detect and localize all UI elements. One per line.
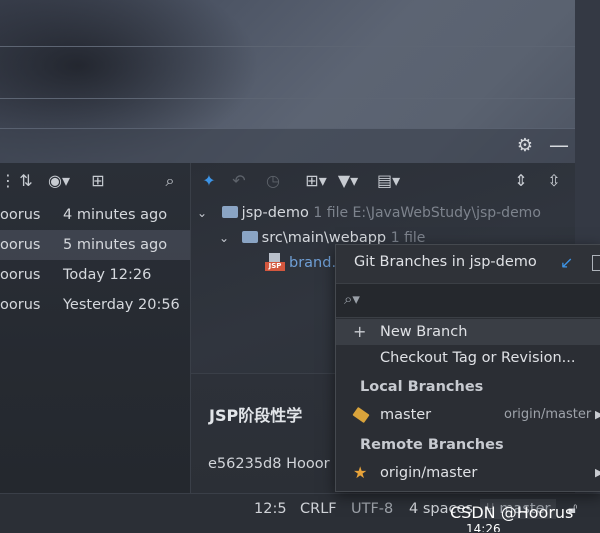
settings-box-icon[interactable] <box>592 255 600 271</box>
log-author: oorus <box>0 237 41 253</box>
star-icon: ★ <box>353 463 368 482</box>
minimize-icon[interactable]: — <box>549 135 569 156</box>
folder-icon <box>221 206 238 218</box>
new-branch-item[interactable]: + New Branch <box>336 319 600 345</box>
log-toolbar: ⋮ ⇅ ◉▾ ⊞ ⌕ <box>0 163 190 199</box>
commit-hash: e56235d8 Hooor <box>208 456 330 472</box>
filter-icon[interactable]: ▼▾ <box>337 170 359 192</box>
project-name: jsp-demo <box>241 205 309 221</box>
remote-branch-name: origin/master <box>380 465 478 481</box>
folder-icon <box>241 231 258 243</box>
local-branch-item[interactable]: master origin/master ▶ <box>336 402 600 428</box>
log-row-selected[interactable]: oorus 5 minutes ago <box>0 230 190 260</box>
log-row[interactable]: oorus Yesterday 20:56 <box>0 290 190 320</box>
layout-icon[interactable]: ▤▾ <box>377 170 400 192</box>
new-tab-icon[interactable]: ⊞ <box>86 170 110 192</box>
watermark: CSDN @Hoorus <box>450 503 574 522</box>
group-by-icon[interactable]: ⊞▾ <box>305 170 327 192</box>
tree-file-row[interactable]: JSP brand. <box>265 251 336 275</box>
new-branch-label: New Branch <box>380 324 468 340</box>
sort-icon[interactable]: ⇅ <box>16 170 36 192</box>
submenu-arrow-icon: ▶ <box>595 402 600 428</box>
log-row[interactable]: oorus 4 minutes ago <box>0 200 190 230</box>
log-author: oorus <box>0 207 41 223</box>
undo-icon[interactable]: ↶ <box>229 170 249 192</box>
popup-header: Git Branches in jsp-demo ↙ <box>336 245 600 283</box>
tree-project-row[interactable]: ⌄ jsp-demo 1 file E:\JavaWebStudy\jsp-de… <box>197 201 541 225</box>
clock: 14:26 <box>466 524 501 532</box>
branch-search-field[interactable]: ⌕▾ <box>336 283 600 318</box>
checkout-label: Checkout Tag or Revision... <box>380 350 576 366</box>
popup-title: Git Branches in jsp-demo <box>354 254 537 270</box>
caret-position[interactable]: 12:5 <box>254 499 287 519</box>
jsp-file-icon: JSP <box>265 253 285 271</box>
remote-branches-header: Remote Branches <box>360 437 504 453</box>
plus-icon: + <box>353 322 367 341</box>
checkout-revision-item[interactable]: Checkout Tag or Revision... <box>336 345 600 371</box>
gear-icon[interactable]: ⚙ <box>515 136 535 156</box>
divider <box>0 46 575 47</box>
log-author: oorus <box>0 297 41 313</box>
local-branches-header: Local Branches <box>360 379 484 395</box>
fetch-icon[interactable]: ↙ <box>560 253 573 272</box>
file-name: brand. <box>289 255 337 271</box>
log-time: 4 minutes ago <box>63 207 168 223</box>
project-meta: 1 file E:\JavaWebStudy\jsp-demo <box>313 205 541 221</box>
line-separator[interactable]: CRLF <box>300 499 337 519</box>
log-author: oorus <box>0 267 41 283</box>
file-encoding[interactable]: UTF-8 <box>351 499 393 519</box>
log-time: Today 12:26 <box>63 267 152 283</box>
eye-icon[interactable]: ◉▾ <box>46 170 72 192</box>
collapse-icon[interactable]: ⋮ <box>0 170 16 192</box>
log-time: Yesterday 20:56 <box>63 297 180 313</box>
expand-all-icon[interactable]: ⇕ <box>511 170 531 192</box>
divider <box>0 98 575 99</box>
chevron-down-icon: ⌄ <box>197 206 208 220</box>
git-branches-popup: Git Branches in jsp-demo ↙ ⌕▾ + New Bran… <box>335 244 600 492</box>
chevron-down-icon: ⌄ <box>219 231 230 245</box>
search-icon[interactable]: ⌕ <box>158 170 182 192</box>
collapse-all-icon[interactable]: ⇳ <box>544 170 564 192</box>
submenu-arrow-icon: ▶ <box>595 460 600 486</box>
log-time: 5 minutes ago <box>63 237 168 253</box>
cherry-pick-icon[interactable]: ✦ <box>199 170 219 192</box>
log-row[interactable]: oorus Today 12:26 <box>0 260 190 290</box>
tag-icon <box>352 406 370 424</box>
tool-window-header <box>0 128 575 163</box>
history-icon[interactable]: ◷ <box>263 170 283 192</box>
local-branch-name: master <box>380 407 432 423</box>
commit-message: JSP阶段性学 <box>209 406 303 425</box>
git-log-panel: ⋮ ⇅ ◉▾ ⊞ ⌕ oorus 4 minutes ago oorus 5 m… <box>0 163 191 493</box>
search-icon: ⌕▾ <box>344 290 360 308</box>
remote-branch-item[interactable]: ★ origin/master ▶ <box>336 460 600 486</box>
tracking-branch: origin/master <box>504 407 592 422</box>
